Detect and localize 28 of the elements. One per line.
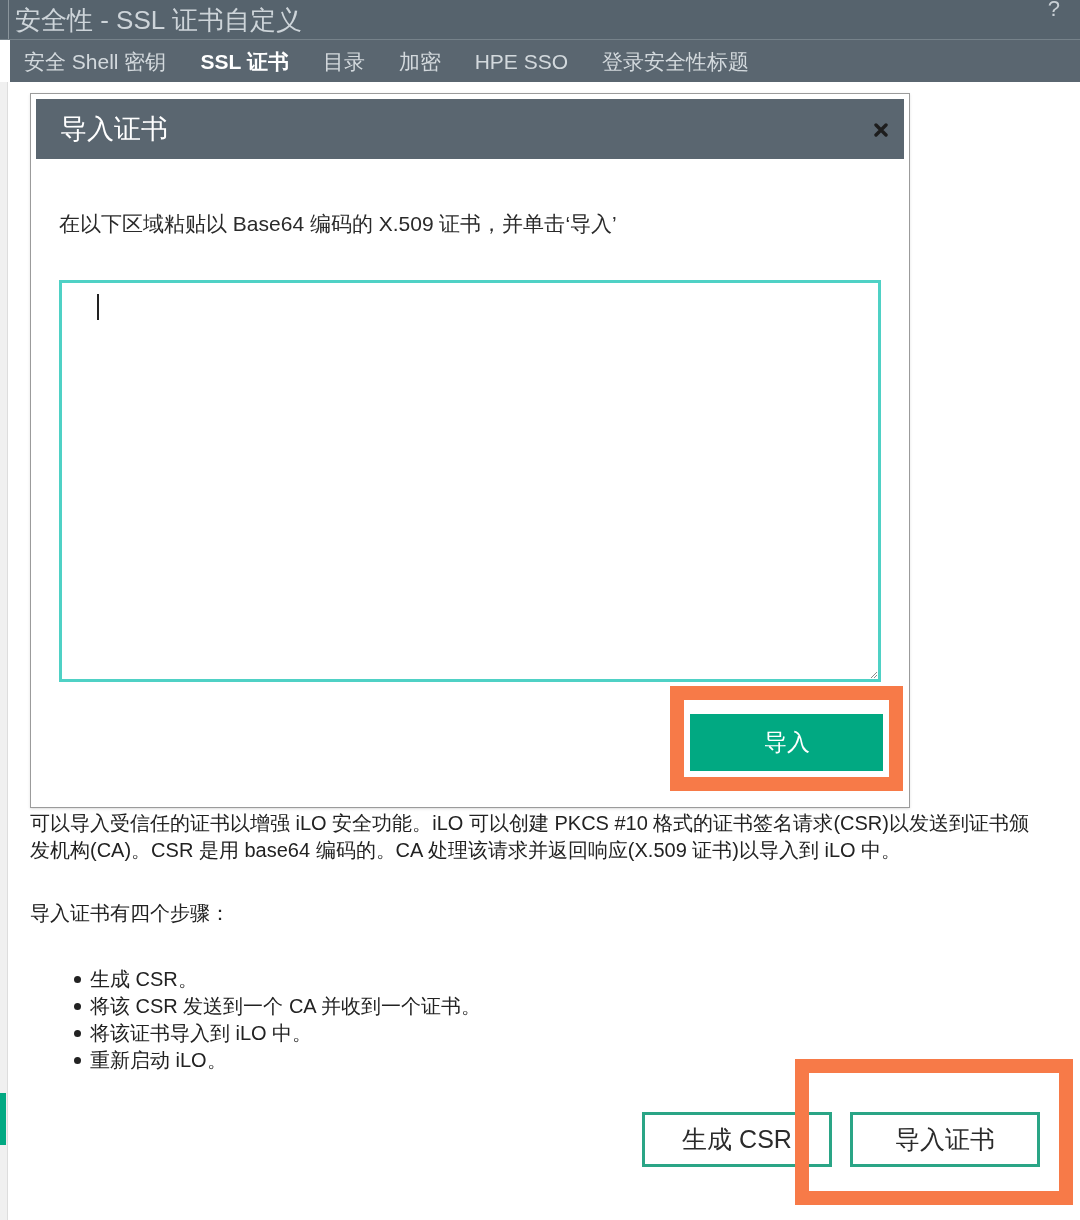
action-button[interactable]: 导入证书 (850, 1112, 1040, 1167)
tab[interactable]: HPE SSO (474, 50, 569, 72)
bullet-icon (74, 1030, 81, 1037)
dialog-instruction: 在以下区域粘贴以 Base64 编码的 X.509 证书，并单击‘导入’ (59, 211, 618, 237)
dialog-title: 导入证书 (60, 115, 168, 143)
certificate-textarea[interactable] (59, 280, 881, 682)
action-button[interactable]: 生成 CSR (642, 1112, 832, 1167)
step-text: 将该 CSR 发送到一个 CA 并收到一个证书。 (90, 994, 482, 1019)
sidebar-active-marker (0, 1093, 6, 1145)
tab[interactable]: 安全 Shell 密钥 (24, 50, 167, 72)
tab[interactable]: 目录 (322, 50, 365, 72)
resize-handle-icon[interactable] (871, 672, 877, 678)
step-text: 重新启动 iLO。 (90, 1048, 227, 1073)
description-paragraph: 可以导入受信任的证书以增强 iLO 安全功能。iLO 可以创建 PKCS #10 格式的证书签名请求(CSR)以发送到证书颁发机构(CA)。CSR 是用 base64 编码的。CA 处理该请求并返回响应(X.509 证书)以导入到 iLO 中。 (30, 811, 1030, 863)
import-button[interactable]: 导入 (690, 714, 883, 771)
tab[interactable]: SSL 证书 (200, 50, 289, 72)
step-text: 生成 CSR。 (90, 967, 198, 992)
help-button[interactable]: ? (1047, 0, 1060, 20)
bullet-icon (74, 976, 81, 983)
close-icon[interactable] (874, 123, 888, 137)
bullet-icon (74, 1057, 81, 1064)
text-cursor-icon (97, 294, 99, 320)
tab[interactable]: 登录安全性标题 (602, 50, 750, 72)
page-title: 安全性 - SSL 证书自定义 (15, 6, 302, 33)
bullet-icon (74, 1003, 81, 1010)
step-text: 将该证书导入到 iLO 中。 (90, 1021, 313, 1046)
steps-heading: 导入证书有四个步骤： (30, 901, 230, 926)
tab[interactable]: 加密 (398, 50, 441, 72)
